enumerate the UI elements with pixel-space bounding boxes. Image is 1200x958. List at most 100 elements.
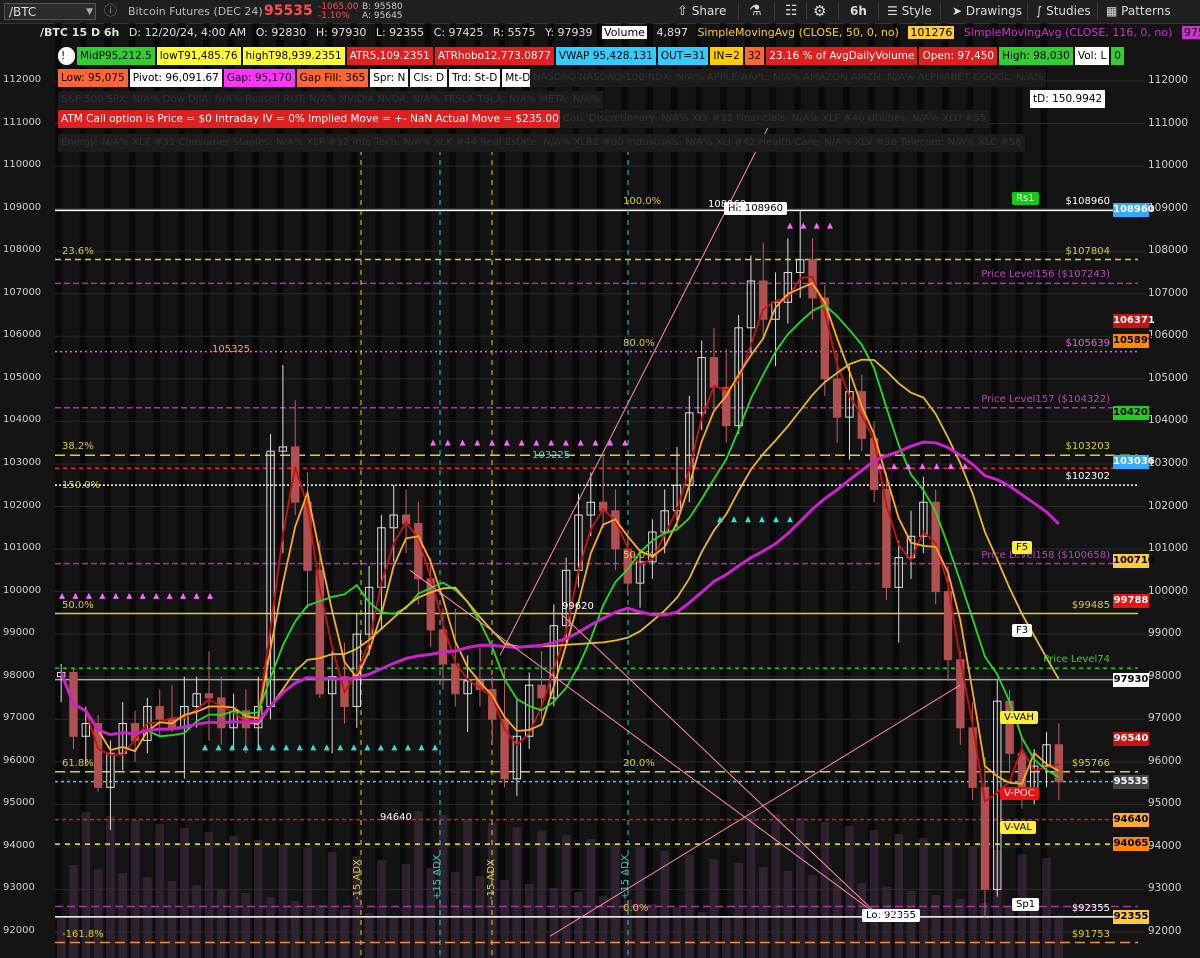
price-tag: 100710 <box>1113 554 1155 569</box>
signal-triangle <box>215 744 222 751</box>
price-chart[interactable] <box>0 23 1200 958</box>
header-y: Y: 97939 <box>545 26 593 39</box>
volume-bar <box>377 860 386 958</box>
study-label: MidP95,212.5 <box>77 47 155 65</box>
signal-triangle <box>759 516 765 523</box>
patterns-label: Patterns <box>1121 4 1171 18</box>
volume-bar <box>180 828 189 958</box>
session-stripe <box>1040 23 1048 958</box>
ma-orange-line <box>60 281 1060 785</box>
volume-bar <box>278 844 288 958</box>
level-label: $105639 <box>1065 337 1110 349</box>
study-label: lowT91,485.76 <box>156 47 241 65</box>
candle[interactable] <box>759 280 768 320</box>
volume-bar <box>697 912 706 958</box>
price-change-pct: -1.10% <box>318 11 350 21</box>
price-tag: 94640 <box>1113 812 1149 827</box>
signal-triangle <box>731 516 737 523</box>
candle[interactable] <box>709 357 719 388</box>
price-axis-label: 111000 <box>1148 116 1189 129</box>
volume-bar <box>130 820 140 958</box>
price-axis-label: 105000 <box>1148 371 1189 384</box>
chart-callout[interactable]: V-VAH <box>1000 711 1038 725</box>
volume-bar <box>672 908 682 958</box>
price-axis-label: 98000 <box>1148 669 1182 682</box>
price-tag: 94065 <box>1113 837 1149 852</box>
left-axis-label: 103000 <box>3 456 42 468</box>
patterns-button[interactable]: ▦ Patterns <box>1106 0 1171 23</box>
left-axis-label: 102000 <box>3 499 42 511</box>
alert-icon[interactable]: ! <box>58 47 75 65</box>
chart-callout[interactable]: Sp1 <box>1012 898 1040 912</box>
flask-icon[interactable]: ⚗ <box>749 0 762 23</box>
price-axis-label: 102000 <box>1148 499 1189 512</box>
fib-label: 23.6% <box>62 245 94 257</box>
interval-selector[interactable]: 6h <box>850 0 867 23</box>
share-label: Share <box>691 4 727 18</box>
left-axis-label: 106000 <box>3 329 42 341</box>
price-tag: 103036 <box>1113 455 1155 470</box>
left-axis-label: 110000 <box>3 159 42 171</box>
price-tag: 105899 <box>1113 333 1155 348</box>
price-annotation: 108960 <box>708 198 747 210</box>
header-open: O: 92830 <box>255 26 307 39</box>
style-label: Style <box>901 4 932 18</box>
compare-icon[interactable]: ☷ <box>785 0 798 23</box>
chart-header: /BTC 15 D 6h D: 12/20/24, 4:00 AM O: 928… <box>40 25 1200 41</box>
candle[interactable] <box>414 523 423 580</box>
volume-bar <box>315 905 325 958</box>
chart-callout[interactable]: V-POC <box>1000 786 1039 800</box>
chart-callout[interactable]: F3 <box>1012 624 1033 638</box>
study-label: 32 <box>744 47 765 65</box>
candle[interactable] <box>451 663 460 695</box>
share-button[interactable]: ⇧ Share <box>677 0 726 23</box>
study-label: ATR5,109.2351 <box>346 47 433 65</box>
level-label: $107804 <box>1065 245 1110 257</box>
drawings-button[interactable]: ➤ Drawings <box>952 0 1022 23</box>
volume-bar <box>882 887 891 958</box>
chart-callout[interactable]: F5 <box>1012 541 1033 555</box>
study-label: OUT=31 <box>657 47 709 65</box>
header-volume-label: Volume <box>602 26 647 39</box>
left-axis-label: 100000 <box>3 584 42 596</box>
candle[interactable] <box>611 510 620 550</box>
price-axis-label: 112000 <box>1148 74 1189 86</box>
candle[interactable] <box>204 693 214 699</box>
left-axis-label: 104000 <box>3 414 42 426</box>
symbol-description: Bitcoin Futures (DEC 24) <box>128 5 263 18</box>
study-label: IN=2 <box>710 47 743 65</box>
volume-bar <box>537 831 546 958</box>
left-axis-label: 107000 <box>3 286 42 298</box>
volume-bar <box>746 810 756 958</box>
session-stripe <box>941 23 949 958</box>
session-stripe <box>153 23 161 958</box>
adx-label: -15 ADX <box>352 859 363 900</box>
header-sma116-label: SimpleMovingAvg (CLOSE, 116, 0, no) <box>963 26 1173 39</box>
candle[interactable] <box>155 705 164 720</box>
session-stripe <box>449 23 456 958</box>
symbol-selector[interactable]: /BTC ▼ <box>4 3 96 20</box>
candle[interactable] <box>1017 752 1027 793</box>
volume-bar <box>389 917 399 958</box>
session-stripe <box>55 23 62 958</box>
studies-button[interactable]: ∫ Studies <box>1036 0 1091 23</box>
gear-icon[interactable]: ⚙ <box>813 0 826 23</box>
chart-callout[interactable]: V-VAL <box>1000 821 1036 835</box>
study-label: High: 98,030 <box>999 47 1073 65</box>
header-volume: 4,897 <box>656 26 688 39</box>
candle[interactable] <box>832 378 842 418</box>
volume-bar <box>783 871 793 958</box>
chevron-down-icon: ▼ <box>86 7 93 17</box>
header-date: D: 12/20/24, 4:00 AM <box>128 26 247 39</box>
style-button[interactable]: ☰ Style <box>887 0 932 23</box>
signal-triangle <box>337 744 344 751</box>
volume-bar <box>721 916 731 958</box>
session-stripe <box>892 23 900 958</box>
chart-canvas[interactable] <box>0 23 1200 958</box>
session-stripe <box>572 23 580 958</box>
info-icon[interactable]: ⓘ <box>104 0 117 23</box>
signal-triangle <box>800 222 807 229</box>
chart-callout[interactable]: Rs1 <box>1012 192 1039 206</box>
volume-bar <box>118 873 128 958</box>
candle[interactable] <box>980 786 990 890</box>
